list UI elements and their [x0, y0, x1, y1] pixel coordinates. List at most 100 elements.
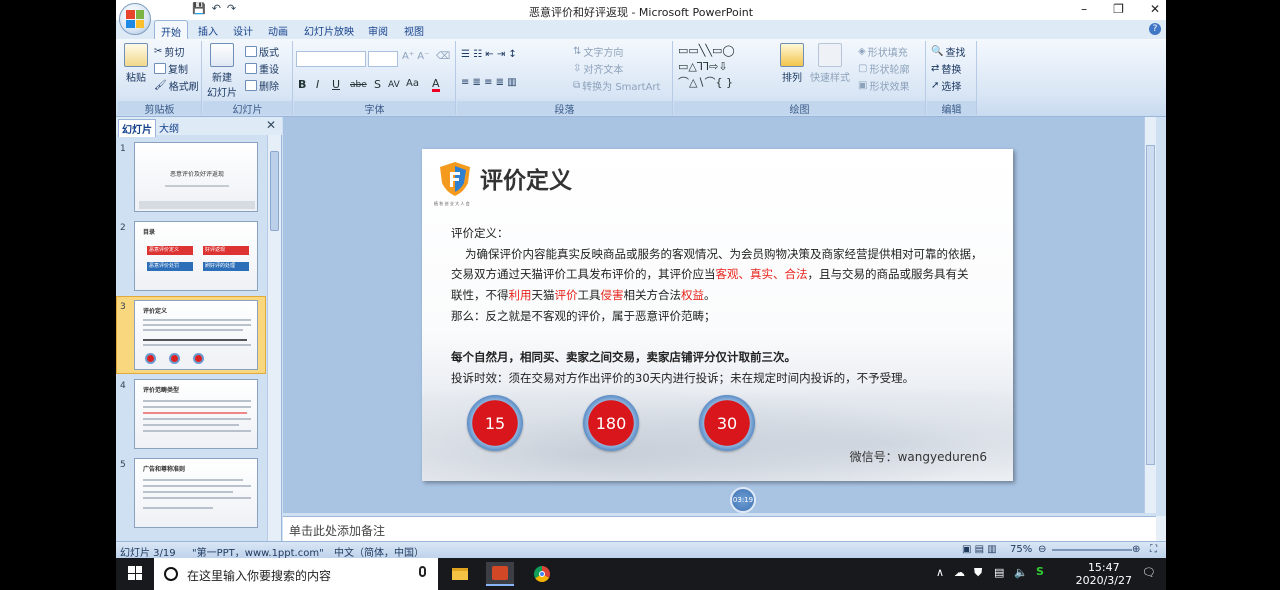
format-painter-button[interactable]: 🖌 格式刷 [154, 78, 199, 93]
reset-button[interactable]: 重设 [245, 61, 279, 76]
tab-home[interactable]: 开始 [154, 20, 188, 39]
microphone-icon[interactable] [419, 566, 426, 577]
slide-thumbnail-3[interactable]: 3 评价定义 [116, 296, 266, 376]
replace-button[interactable]: ⇄ 替换 [931, 61, 961, 76]
slides-group: 新建 幻灯片 版式 重设 删除 幻灯片 [203, 41, 293, 116]
zoom-in-icon[interactable]: ⊕ [1132, 544, 1140, 555]
powerpoint-taskbar-icon[interactable] [486, 562, 514, 586]
thumbnail-scroll-thumb[interactable] [270, 151, 279, 231]
taskbar-clock[interactable]: 15:47 2020/3/27 [1076, 561, 1132, 587]
slides-group-label: 幻灯片 [203, 101, 292, 116]
chevron-up-icon[interactable]: ∧ [936, 566, 944, 579]
notification-icon[interactable]: 🗨 [1142, 566, 1156, 579]
copy-icon [154, 63, 166, 74]
layout-button[interactable]: 版式 [245, 44, 279, 59]
font-color-button[interactable]: A [432, 78, 440, 92]
arrange-button[interactable]: 排列 [780, 43, 804, 84]
volume-icon[interactable]: 🔈 [1014, 566, 1028, 579]
slide-title[interactable]: 评价定义 [480, 161, 572, 195]
smartart-icon: ⧉ [573, 80, 581, 91]
current-slide[interactable]: 植 秋 创 业 大 人 会 评价定义 评价定义： 为确保评价内容能真实反映商品或… [422, 149, 1013, 481]
text-direction-button[interactable]: ⇅ 文字方向 [573, 44, 623, 59]
fit-window-icon[interactable]: ⛶ [1150, 544, 1157, 555]
slide-thumbnail-panel: 幻灯片 大纲 ✕ 1 恶意评价及好评返现 2 目录 恶意评价定义 好评返现 恶意… [116, 117, 282, 541]
tab-slideshow[interactable]: 幻灯片放映 [304, 23, 354, 38]
align-icons[interactable]: ≡ ≣ ≡ ≣ ▥ [461, 77, 517, 88]
paste-button[interactable]: 粘贴 [124, 43, 148, 84]
quick-styles-button[interactable]: 快速样式 [810, 43, 850, 84]
app-tray-icon[interactable]: S [1036, 565, 1044, 578]
slide-thumbnail-1[interactable]: 1 恶意评价及好评返现 [116, 142, 266, 218]
network-icon[interactable]: ▤ [994, 566, 1004, 579]
char-spacing-button[interactable]: AV [388, 80, 400, 90]
close-panel-icon[interactable]: ✕ [266, 118, 276, 132]
clear-format-icon[interactable]: ⌫ [436, 51, 450, 62]
delete-slide-button[interactable]: 删除 [245, 78, 279, 93]
restore-button[interactable]: ❐ [1113, 2, 1124, 16]
slide-body-text[interactable]: 评价定义： 为确保评价内容能真实反映商品或服务的客观情况、为会员购物决策及商家经… [451, 223, 996, 389]
underline-button[interactable]: U [332, 78, 340, 91]
shapes-gallery[interactable]: ▭▭╲╲▭◯ ▭△⅂⅂⇨⇩ ⌒△∖⌒{ } [678, 43, 735, 91]
text-direction-icon: ⇅ [573, 46, 582, 57]
shape-fill-button[interactable]: ◈ 形状填充 [858, 44, 908, 59]
taskbar-search-box[interactable]: 在这里输入你要搜索的内容 [154, 558, 438, 590]
find-button[interactable]: 🔍 查找 [931, 44, 965, 59]
font-size-field[interactable] [368, 51, 398, 67]
bullets-icon[interactable]: ☰ ☷ ⇤ ⇥ ↕ [461, 49, 517, 60]
file-explorer-icon[interactable] [446, 562, 474, 586]
slide-thumbnail-5[interactable]: 5 广告和尊称准则 [116, 458, 266, 534]
smartart-button[interactable]: ⧉ 转换为 SmartArt [573, 78, 660, 93]
tab-outline[interactable]: 大纲 [156, 119, 182, 136]
effects-icon: ▣ [858, 80, 868, 91]
circle-30: 30 [699, 395, 755, 451]
tab-animations[interactable]: 动画 [268, 23, 288, 38]
panel-tabs: 幻灯片 大纲 ✕ [116, 117, 282, 137]
tab-design[interactable]: 设计 [233, 23, 253, 38]
slide-scroll-thumb[interactable] [1146, 145, 1155, 465]
bold-button[interactable]: B [298, 78, 306, 91]
tab-view[interactable]: 视图 [404, 23, 424, 38]
notes-pane[interactable]: 单击此处添加备注 [283, 516, 1156, 541]
editing-group-label: 编辑 [927, 101, 976, 116]
shield-logo-icon [440, 162, 470, 196]
change-case-button[interactable]: Aa [406, 78, 419, 89]
slide-scrollbar[interactable] [1144, 117, 1156, 513]
shield-tray-icon[interactable]: ⛊ [974, 566, 982, 580]
cut-button[interactable]: ✂ 剪切 [154, 44, 184, 59]
align-text-button[interactable]: ⇳ 对齐文本 [573, 61, 623, 76]
language-indicator[interactable]: 中文（简体，中国） [334, 544, 424, 558]
tab-insert[interactable]: 插入 [198, 23, 218, 38]
select-button[interactable]: ➚ 选择 [931, 78, 961, 93]
close-button[interactable]: ✕ [1150, 2, 1160, 16]
notes-scrollbar[interactable] [1156, 516, 1166, 541]
zoom-level[interactable]: 75% [1010, 544, 1032, 555]
thumbnail-scrollbar[interactable] [267, 135, 281, 541]
ribbon-tabs: 开始 插入 设计 动画 幻灯片放映 审阅 视图 ? [116, 20, 1166, 39]
zoom-slider[interactable] [1052, 549, 1132, 551]
slide-thumbnail-4[interactable]: 4 评价范畴类型 [116, 379, 266, 455]
view-buttons[interactable]: ▣ ▤ ▥ [962, 544, 997, 555]
grow-font-icon[interactable]: A⁺ A⁻ [402, 51, 429, 62]
clock-time: 15:47 [1087, 561, 1120, 574]
copy-button[interactable]: 复制 [154, 61, 188, 76]
shadow-button[interactable]: S [374, 78, 381, 91]
cloud-icon[interactable]: ☁ [954, 566, 965, 579]
conclusion-line: 那么：反之就是不客观的评价，属于恶意评价范畴； [451, 308, 716, 323]
tab-review[interactable]: 审阅 [368, 23, 388, 38]
chrome-icon[interactable] [528, 562, 556, 586]
circle-180: 180 [583, 395, 639, 451]
minimize-button[interactable]: – [1081, 2, 1087, 16]
strikethrough-button[interactable]: abe [350, 80, 367, 90]
theme-name[interactable]: "第一PPT，www.1ppt.com" [192, 544, 324, 558]
slide-thumbnail-2[interactable]: 2 目录 恶意评价定义 好评返现 恶意评价处罚 刷好评的处理 [116, 221, 266, 297]
office-button[interactable] [119, 3, 151, 35]
font-name-field[interactable] [296, 51, 366, 67]
windows-start-icon[interactable] [128, 566, 142, 580]
help-icon[interactable]: ? [1149, 23, 1161, 35]
tab-slides[interactable]: 幻灯片 [118, 119, 156, 137]
italic-button[interactable]: I [316, 78, 319, 91]
shape-outline-button[interactable]: ▢ 形状轮廓 [858, 61, 909, 76]
shape-effects-button[interactable]: ▣ 形状效果 [858, 78, 909, 93]
new-slide-button[interactable]: 新建 幻灯片 [207, 43, 237, 99]
zoom-out-icon[interactable]: ⊖ [1038, 544, 1046, 555]
